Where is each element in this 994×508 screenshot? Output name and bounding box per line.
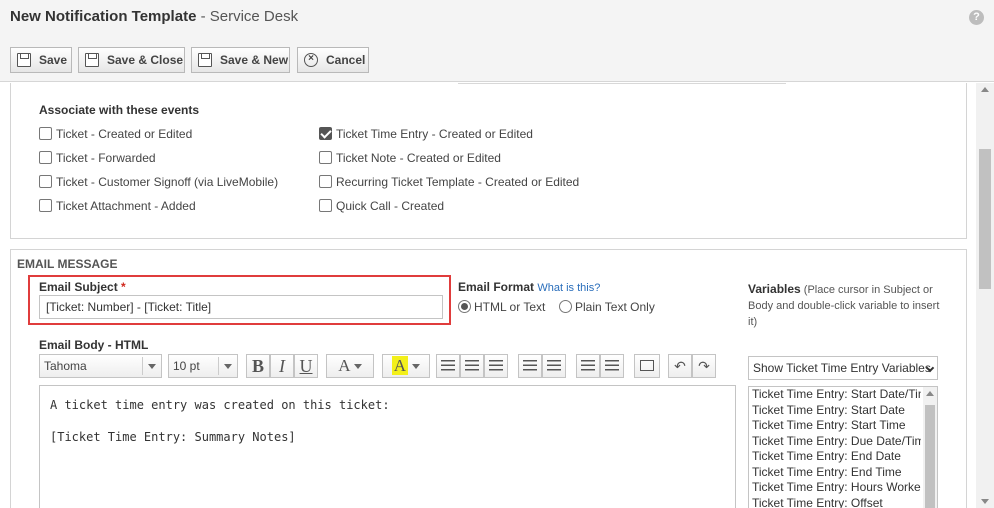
event-ticket-created[interactable]: Ticket - Created or Edited: [39, 127, 192, 143]
indent-button[interactable]: [542, 354, 566, 378]
checkbox[interactable]: [319, 199, 332, 212]
save-new-button[interactable]: Save & New: [191, 47, 290, 73]
template-title: New Notification Template: [10, 8, 197, 25]
variable-item[interactable]: Ticket Time Entry: Offset: [749, 496, 921, 508]
form-content: Associate with these events Ticket - Cre…: [0, 83, 976, 508]
radio-selected[interactable]: [458, 300, 471, 313]
checkbox[interactable]: [319, 175, 332, 188]
chevron-down-icon: [412, 364, 421, 369]
save-button[interactable]: Save: [10, 47, 72, 73]
scroll-up-icon[interactable]: [926, 391, 934, 396]
highlight-button[interactable]: A: [382, 354, 430, 378]
help-icon[interactable]: ?: [969, 10, 984, 25]
variables-scrollbar[interactable]: [923, 387, 937, 508]
save-close-icon: [85, 53, 99, 67]
align-center-icon: [465, 360, 479, 371]
scroll-thumb[interactable]: [925, 405, 935, 508]
checkbox-checked[interactable]: [319, 127, 332, 140]
format-plain-option[interactable]: Plain Text Only: [559, 300, 655, 314]
required-marker: *: [121, 280, 126, 294]
redo-button[interactable]: ↷: [692, 354, 716, 378]
variable-item[interactable]: Ticket Time Entry: Due Date/Time: [749, 434, 921, 450]
font-color-button[interactable]: A: [326, 354, 374, 378]
body-label: Email Body - HTML: [39, 338, 149, 352]
variables-label: Variables (Place cursor in Subject or Bo…: [748, 282, 940, 328]
underline-button[interactable]: U: [294, 354, 318, 378]
cancel-button[interactable]: × Cancel: [297, 47, 369, 73]
body-line: [Ticket Time Entry: Summary Notes]: [50, 430, 296, 444]
action-toolbar: Save Save & Close Save & New × Cancel: [0, 36, 994, 82]
bullet-list-button[interactable]: [600, 354, 624, 378]
outdent-icon: [523, 360, 537, 371]
window-title: New Notification Template - Service Desk: [10, 8, 298, 25]
italic-button[interactable]: I: [270, 354, 294, 378]
email-section-title: EMAIL MESSAGE: [17, 257, 118, 271]
undo-button[interactable]: ↶: [668, 354, 692, 378]
checkbox[interactable]: [39, 127, 52, 140]
subject-label: Email Subject *: [39, 280, 126, 294]
format-html-option[interactable]: HTML or Text: [458, 300, 545, 314]
save-new-icon: [198, 53, 212, 67]
save-close-button[interactable]: Save & Close: [78, 47, 185, 73]
variable-item[interactable]: Ticket Time Entry: Start Time: [749, 418, 921, 434]
chevron-down-icon: [353, 364, 362, 369]
font-color-icon: A: [338, 356, 350, 375]
variable-item[interactable]: Ticket Time Entry: End Date: [749, 449, 921, 465]
event-ticket-note[interactable]: Ticket Note - Created or Edited: [319, 151, 501, 167]
font-size-select[interactable]: 10 pt: [168, 354, 238, 378]
align-left-button[interactable]: [436, 354, 460, 378]
chevron-down-icon: [224, 364, 232, 369]
radio[interactable]: [559, 300, 572, 313]
scroll-thumb[interactable]: [979, 149, 991, 289]
event-ticket-forwarded[interactable]: Ticket - Forwarded: [39, 151, 156, 167]
checkbox[interactable]: [39, 175, 52, 188]
align-right-icon: [489, 360, 503, 371]
events-heading: Associate with these events: [39, 103, 200, 117]
font-family-select[interactable]: Tahoma: [39, 354, 162, 378]
align-center-button[interactable]: [460, 354, 484, 378]
numbered-list-button[interactable]: [576, 354, 600, 378]
scroll-down-icon[interactable]: [981, 499, 989, 504]
insert-image-button[interactable]: [634, 354, 660, 378]
scroll-up-icon[interactable]: [981, 87, 989, 92]
undo-icon: ↶: [674, 358, 686, 374]
variable-item[interactable]: Ticket Time Entry: Start Date/Time: [749, 387, 921, 403]
event-recurring-template[interactable]: Recurring Ticket Template - Created or E…: [319, 175, 579, 191]
numbered-list-icon: [581, 360, 595, 371]
email-body-editor[interactable]: A ticket time entry was created on this …: [39, 385, 736, 508]
checkbox[interactable]: [39, 199, 52, 212]
image-icon: [640, 360, 654, 371]
checkbox[interactable]: [319, 151, 332, 164]
what-is-this-link[interactable]: What is this?: [537, 282, 600, 294]
variables-list[interactable]: Ticket Time Entry: Start Date/Time Ticke…: [748, 386, 938, 508]
page-scrollbar[interactable]: [976, 83, 994, 508]
variable-item[interactable]: Ticket Time Entry: End Time: [749, 465, 921, 481]
redo-icon: ↷: [698, 358, 710, 374]
checkbox[interactable]: [39, 151, 52, 164]
event-customer-signoff[interactable]: Ticket - Customer Signoff (via LiveMobil…: [39, 175, 278, 191]
highlight-icon: A: [391, 356, 409, 375]
chevron-down-icon: [148, 364, 156, 369]
align-right-button[interactable]: [484, 354, 508, 378]
bullet-list-icon: [605, 360, 619, 371]
email-subject-input[interactable]: [Ticket: Number] - [Ticket: Title]: [39, 295, 443, 319]
indent-icon: [547, 360, 561, 371]
align-left-icon: [441, 360, 455, 371]
window-titlebar: New Notification Template - Service Desk…: [0, 0, 994, 36]
variables-filter-select[interactable]: Show Ticket Time Entry Variables: [748, 356, 938, 380]
bold-button[interactable]: B: [246, 354, 270, 378]
module-name: - Service Desk: [196, 8, 299, 25]
email-format-label: Email Format What is this?: [458, 280, 601, 294]
event-time-entry[interactable]: Ticket Time Entry - Created or Edited: [319, 127, 533, 143]
variable-item[interactable]: Ticket Time Entry: Hours Worked: [749, 480, 921, 496]
variable-item[interactable]: Ticket Time Entry: Start Date: [749, 403, 921, 419]
cancel-icon: ×: [304, 53, 318, 67]
save-icon: [17, 53, 31, 67]
outdent-button[interactable]: [518, 354, 542, 378]
body-line: A ticket time entry was created on this …: [50, 398, 390, 412]
event-quick-call[interactable]: Quick Call - Created: [319, 199, 444, 215]
event-attachment-added[interactable]: Ticket Attachment - Added: [39, 199, 196, 215]
